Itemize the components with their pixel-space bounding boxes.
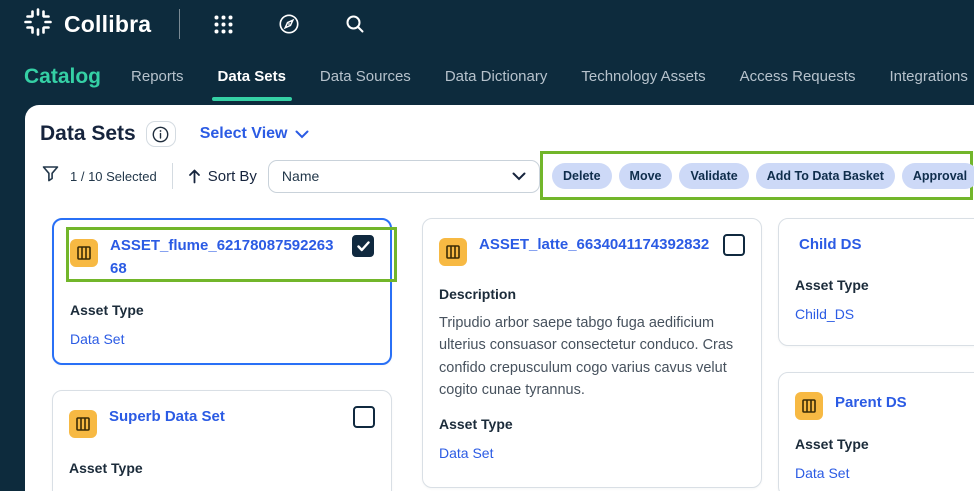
app-header: Collibra (0, 0, 974, 48)
sort-direction-toggle[interactable]: Sort By (188, 168, 257, 185)
asset-type-link[interactable]: Data Set (795, 465, 974, 481)
validate-button[interactable]: Validate (679, 163, 748, 189)
tab-data-sources[interactable]: Data Sources (318, 64, 413, 89)
asset-type-label: Asset Type (69, 460, 375, 476)
card-checkbox-unchecked[interactable] (353, 406, 375, 428)
info-icon (152, 126, 169, 143)
tab-data-sets[interactable]: Data Sets (216, 64, 288, 89)
app-grid-icon[interactable] (212, 13, 234, 35)
chevron-down-icon (295, 130, 309, 139)
add-to-data-basket-button[interactable]: Add To Data Basket (756, 163, 895, 189)
asset-type-link[interactable]: Data Set (70, 331, 374, 347)
asset-title-link[interactable]: Parent DS (835, 392, 974, 415)
catalog-nav: Catalog Reports Data Sets Data Sources D… (0, 48, 974, 105)
sort-field-value: Name (282, 168, 319, 184)
selection-status: 1 / 10 Selected (70, 169, 157, 184)
select-view-dropdown[interactable]: Select View (200, 125, 310, 143)
tab-access-requests[interactable]: Access Requests (738, 64, 858, 89)
dataset-card-asset-latte[interactable]: ASSET_latte_6634041174392832 Description… (422, 218, 762, 488)
asset-type-label: Asset Type (795, 277, 974, 293)
divider (172, 163, 173, 189)
approval-button[interactable]: Approval (902, 163, 974, 189)
select-view-label: Select View (200, 125, 288, 143)
brand-name: Collibra (64, 11, 151, 38)
tab-integrations[interactable]: Integrations (888, 64, 970, 89)
data-set-asset-icon (70, 239, 98, 267)
sort-by-label: Sort By (208, 168, 257, 185)
page-title: Data Sets (40, 122, 136, 146)
arrow-up-icon (188, 169, 201, 184)
nav-section-catalog[interactable]: Catalog (24, 65, 101, 89)
filter-icon[interactable] (42, 165, 59, 187)
info-button[interactable] (146, 121, 176, 147)
asset-title-link[interactable]: Superb Data Set (109, 406, 341, 429)
asset-title-link[interactable]: ASSET_flume_6217808759226368 (110, 235, 340, 280)
dataset-card-superb[interactable]: Superb Data Set Asset Type Data Set (52, 390, 392, 491)
asset-type-link[interactable]: Data Set (439, 445, 745, 461)
search-icon[interactable] (344, 13, 366, 35)
dataset-card-asset-flume[interactable]: ASSET_flume_6217808759226368 Asset Type … (52, 218, 392, 365)
delete-button[interactable]: Delete (552, 163, 612, 189)
description-label: Description (439, 286, 745, 302)
move-button[interactable]: Move (619, 163, 673, 189)
collibra-logo[interactable]: Collibra (22, 6, 151, 43)
tab-reports[interactable]: Reports (129, 64, 186, 89)
bulk-actions-annotation-box: Delete Move Validate Add To Data Basket … (540, 151, 973, 200)
data-set-asset-icon (439, 238, 467, 266)
collibra-logo-mark-icon (22, 6, 54, 43)
asset-title-link[interactable]: Child DS (799, 234, 974, 257)
asset-type-label: Asset Type (439, 416, 745, 432)
dataset-card-child-ds[interactable]: Child DS Asset Type Child_DS (778, 218, 974, 346)
dataset-card-parent-ds[interactable]: Parent DS Asset Type Data Set (778, 372, 974, 491)
data-set-asset-icon (795, 392, 823, 420)
description-text: Tripudio arbor saepe tabgo fuga aedifici… (439, 312, 745, 402)
card-checkbox-unchecked[interactable] (723, 234, 745, 256)
header-divider (179, 9, 180, 39)
compass-icon[interactable] (278, 13, 300, 35)
chevron-down-icon (512, 172, 526, 181)
asset-type-label: Asset Type (795, 436, 974, 452)
data-set-asset-icon (69, 410, 97, 438)
check-icon (357, 241, 370, 252)
tab-data-dictionary[interactable]: Data Dictionary (443, 64, 550, 89)
tab-technology-assets[interactable]: Technology Assets (579, 64, 707, 89)
sort-field-select[interactable]: Name (268, 160, 540, 193)
card-checkbox-checked[interactable] (352, 235, 374, 257)
asset-type-link[interactable]: Child_DS (795, 306, 974, 322)
asset-title-link[interactable]: ASSET_latte_6634041174392832 (479, 234, 711, 257)
asset-type-label: Asset Type (70, 302, 374, 318)
main-panel: Data Sets Select View 1 / 10 Selected (25, 105, 974, 491)
